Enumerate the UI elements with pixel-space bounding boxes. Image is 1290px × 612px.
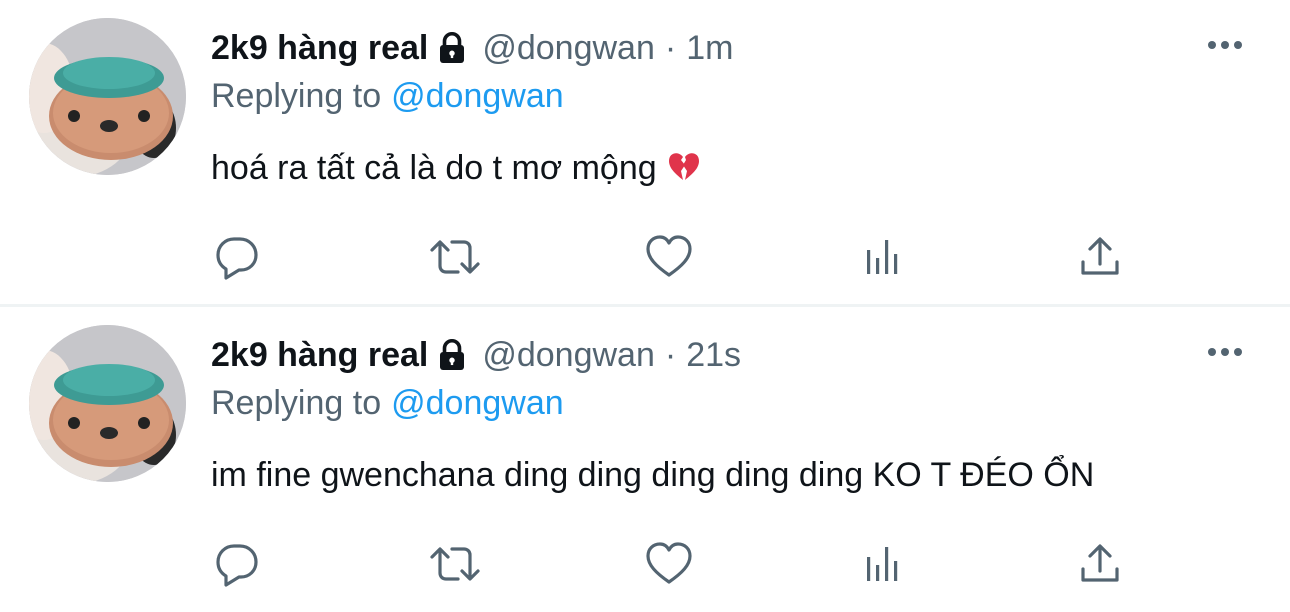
tweet[interactable]: 2k9 hàng real @dongwan · 1m Replying to @… bbox=[0, 0, 1290, 307]
retweet-icon[interactable] bbox=[427, 539, 480, 589]
tweet-actions bbox=[0, 0, 1290, 305]
share-icon[interactable] bbox=[1075, 539, 1125, 589]
analytics-icon[interactable] bbox=[860, 232, 910, 282]
analytics-icon[interactable] bbox=[860, 539, 910, 589]
retweet-icon[interactable] bbox=[427, 232, 480, 282]
heart-icon[interactable] bbox=[644, 232, 694, 282]
tweet-actions bbox=[0, 307, 1290, 612]
reply-icon[interactable] bbox=[212, 539, 262, 589]
tweet[interactable]: 2k9 hàng real @dongwan · 21s Replying to… bbox=[0, 307, 1290, 612]
share-icon[interactable] bbox=[1075, 232, 1125, 282]
reply-icon[interactable] bbox=[212, 232, 262, 282]
heart-icon[interactable] bbox=[644, 539, 694, 589]
